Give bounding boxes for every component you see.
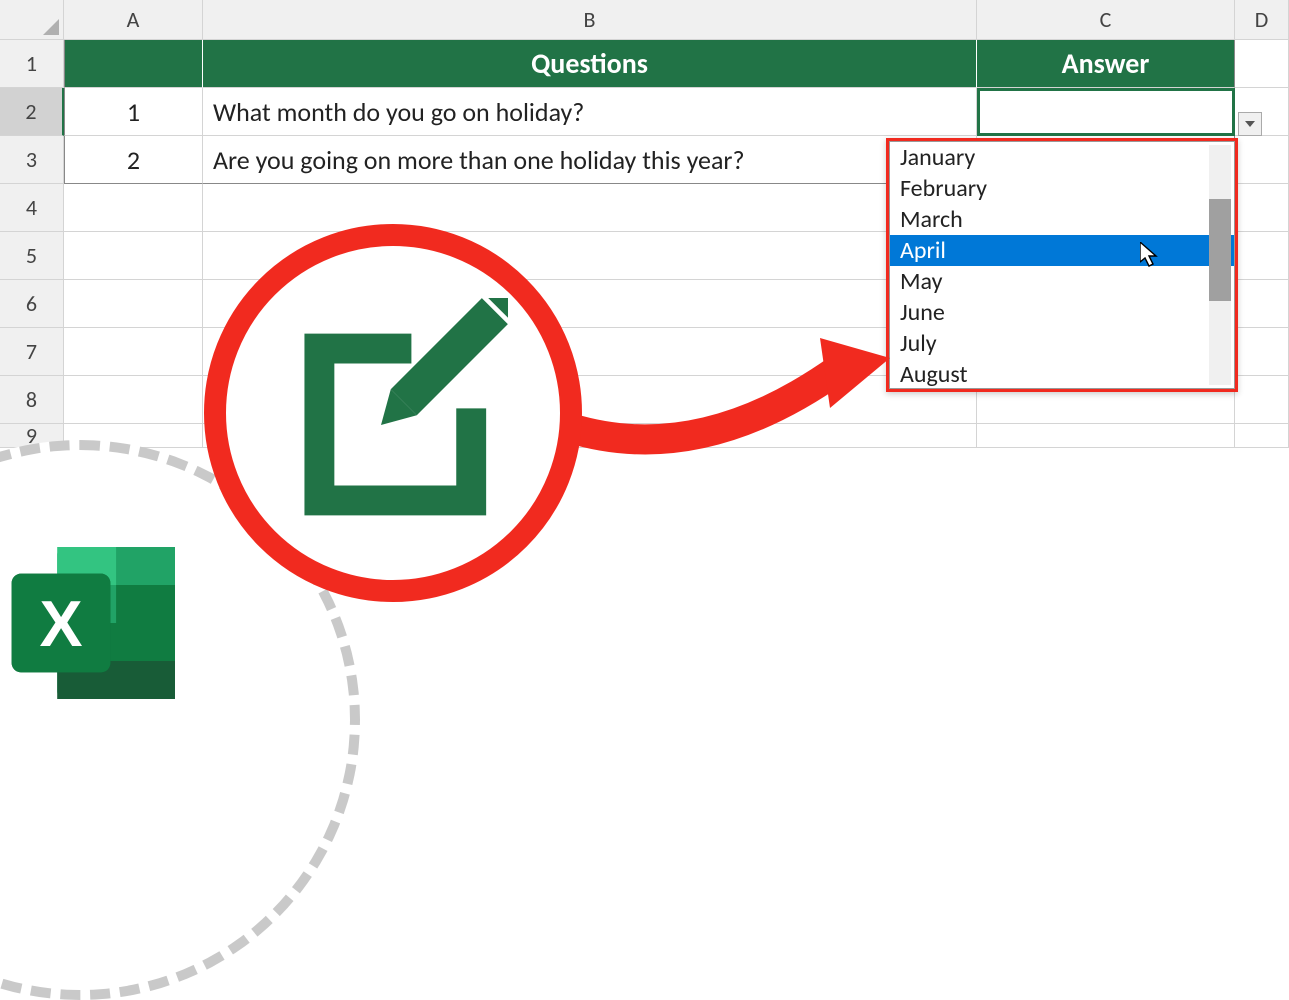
- cell-D5[interactable]: [1235, 232, 1289, 280]
- cell-D7[interactable]: [1235, 328, 1289, 376]
- row-header-5[interactable]: 5: [0, 232, 64, 280]
- cell-A3[interactable]: 2: [64, 136, 203, 184]
- cell-A4[interactable]: [64, 184, 203, 232]
- row-header-1[interactable]: 1: [0, 40, 64, 88]
- cell-C9[interactable]: [977, 424, 1235, 448]
- header-answer[interactable]: Answer: [977, 40, 1235, 88]
- row-header-4[interactable]: 4: [0, 184, 64, 232]
- edit-badge-circle: [204, 224, 582, 602]
- dropdown-item-july[interactable]: July: [890, 328, 1234, 359]
- svg-text:X: X: [39, 588, 82, 660]
- cell-A7[interactable]: [64, 328, 203, 376]
- dropdown-scroll-thumb[interactable]: [1209, 199, 1231, 301]
- data-validation-dropdown-list: January February March April May June Ju…: [886, 138, 1238, 392]
- dropdown-item-june[interactable]: June: [890, 297, 1234, 328]
- cell-D3[interactable]: [1235, 136, 1289, 184]
- row-header-7[interactable]: 7: [0, 328, 64, 376]
- data-validation-dropdown-button[interactable]: [1238, 112, 1262, 136]
- cell-A2[interactable]: 1: [64, 88, 203, 136]
- row-header-2[interactable]: 2: [0, 88, 64, 136]
- cell-D6[interactable]: [1235, 280, 1289, 328]
- cell-B3[interactable]: Are you going on more than one holiday t…: [203, 136, 977, 184]
- cell-A5[interactable]: [64, 232, 203, 280]
- cell-D8[interactable]: [1235, 376, 1289, 424]
- select-all-corner[interactable]: [0, 0, 64, 40]
- header-blank[interactable]: [64, 40, 203, 88]
- row-9: 9: [0, 424, 1289, 448]
- cell-D9[interactable]: [1235, 424, 1289, 448]
- row-2: 2 1 What month do you go on holiday?: [0, 88, 1289, 136]
- col-header-C[interactable]: C: [977, 0, 1235, 40]
- dropdown-item-march[interactable]: March: [890, 204, 1234, 235]
- dropdown-item-april[interactable]: April: [890, 235, 1234, 266]
- cell-C2[interactable]: [977, 88, 1235, 136]
- cell-A8[interactable]: [64, 376, 203, 424]
- cell-A6[interactable]: [64, 280, 203, 328]
- header-questions[interactable]: Questions: [203, 40, 977, 88]
- dropdown-item-january[interactable]: January: [890, 142, 1234, 173]
- dropdown-item-august[interactable]: August: [890, 359, 1234, 389]
- row-header-6[interactable]: 6: [0, 280, 64, 328]
- cell-B4[interactable]: [203, 184, 977, 232]
- cell-B2[interactable]: What month do you go on holiday?: [203, 88, 977, 136]
- col-header-B[interactable]: B: [203, 0, 977, 40]
- dropdown-item-february[interactable]: February: [890, 173, 1234, 204]
- row-header-3[interactable]: 3: [0, 136, 64, 184]
- row-header-8[interactable]: 8: [0, 376, 64, 424]
- column-header-row: A B C D: [0, 0, 1289, 40]
- row-1: 1 Questions Answer: [0, 40, 1289, 88]
- edit-pencil-icon: [278, 298, 508, 528]
- col-header-A[interactable]: A: [64, 0, 203, 40]
- col-header-D[interactable]: D: [1235, 0, 1289, 40]
- excel-logo-icon: X: [4, 528, 194, 718]
- dropdown-scrollbar[interactable]: [1209, 145, 1231, 385]
- cell-D4[interactable]: [1235, 184, 1289, 232]
- dropdown-item-may[interactable]: May: [890, 266, 1234, 297]
- cell-D1[interactable]: [1235, 40, 1289, 88]
